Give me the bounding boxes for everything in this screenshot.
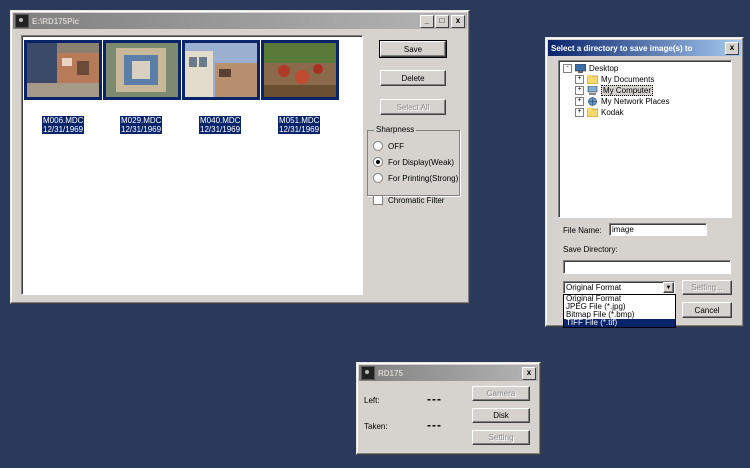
- main-titlebar[interactable]: E:\RD175Pic _ □ x: [13, 13, 467, 29]
- expand-icon[interactable]: +: [575, 96, 584, 106]
- close-button[interactable]: x: [451, 14, 465, 28]
- tree-item-desktop[interactable]: - Desktop: [563, 63, 618, 73]
- thumbnail-m040-date: 12/31/1969: [199, 125, 242, 134]
- chromatic-filter-label: Chromatic Filter: [388, 195, 445, 205]
- folder-icon: [587, 74, 598, 84]
- dropdown-arrow-icon[interactable]: ▼: [663, 282, 674, 293]
- chromatic-filter-checkbox[interactable]: Chromatic Filter: [373, 195, 444, 205]
- sharpness-off-radio[interactable]: OFF: [373, 141, 404, 151]
- thumbnail-m006[interactable]: [24, 40, 102, 100]
- tree-label-kodak: Kodak: [601, 107, 624, 117]
- thumbnail-m029-date: 12/31/1969: [120, 125, 163, 134]
- file-name-field[interactable]: image: [609, 223, 707, 236]
- collapse-icon[interactable]: -: [563, 63, 572, 73]
- main-window-title: E:\RD175Pic: [32, 16, 80, 26]
- maximize-button[interactable]: □: [435, 14, 449, 28]
- tree-label-my-computer: My Computer: [601, 84, 654, 96]
- tree-item-kodak[interactable]: + Kodak: [575, 107, 624, 117]
- camera-button[interactable]: Camera: [472, 386, 530, 401]
- thumbnail-m051-date: 12/31/1969: [278, 125, 321, 134]
- rd175-setting-button[interactable]: Setting: [472, 430, 530, 445]
- sharpness-printing-label: For Printing(Strong): [388, 173, 459, 183]
- chromatic-filter-box: [373, 195, 383, 205]
- camera-app-icon: [15, 14, 29, 28]
- sharpness-display-label: For Display(Weak): [388, 157, 455, 167]
- thumbnail-m040-name: M040.MDC: [199, 116, 242, 125]
- tree-label-my-network-places: My Network Places: [601, 96, 670, 106]
- desktop-icon: [575, 63, 586, 73]
- photo-plants-icon: [264, 43, 336, 97]
- cancel-button[interactable]: Cancel: [682, 302, 732, 318]
- photo-building-icon: [185, 43, 257, 97]
- minimize-button[interactable]: _: [420, 14, 434, 28]
- tree-item-my-computer[interactable]: + My Computer: [575, 84, 654, 96]
- tree-label-desktop: Desktop: [589, 63, 619, 73]
- rd175-titlebar[interactable]: RD175 x: [359, 365, 538, 381]
- thumbnail-panel[interactable]: M006.MDC 12/31/1969 M029.MDC 12/31/1969 …: [21, 35, 363, 295]
- directory-tree[interactable]: - Desktop + My Documents + My Computer +…: [558, 60, 732, 218]
- taken-value: ---: [427, 418, 442, 432]
- save-directory-dialog: Select a directory to save image(s) to x…: [545, 37, 744, 328]
- tree-label-my-documents: My Documents: [601, 74, 655, 84]
- left-value: ---: [427, 392, 442, 406]
- format-dropdown-list[interactable]: Original Format JPEG File (*.jpg) Bitmap…: [563, 294, 676, 328]
- save-dialog-close-button[interactable]: x: [725, 41, 739, 55]
- save-dialog-titlebar[interactable]: Select a directory to save image(s) to x: [548, 40, 741, 56]
- radio-display-dot: [373, 157, 383, 167]
- sharpness-display-radio[interactable]: For Display(Weak): [373, 157, 454, 167]
- sharpness-group: Sharpness OFF For Display(Weak) For Prin…: [367, 125, 460, 196]
- thumbnail-m029[interactable]: [103, 40, 181, 100]
- delete-button[interactable]: Delete: [380, 70, 446, 86]
- file-name-value: image: [612, 225, 634, 234]
- tree-item-my-network-places[interactable]: + My Network Places: [575, 96, 669, 106]
- expand-icon[interactable]: +: [575, 74, 584, 84]
- format-setting-button[interactable]: Setting...: [682, 280, 732, 295]
- left-label: Left:: [364, 396, 380, 405]
- save-dialog-title: Select a directory to save image(s) to: [551, 43, 693, 53]
- taken-label: Taken:: [364, 422, 388, 431]
- sharpness-off-label: OFF: [388, 141, 404, 151]
- thumbnail-m006-date: 12/31/1969: [42, 125, 85, 134]
- thumbnail-m051-name: M051.MDC: [278, 116, 321, 125]
- radio-off-dot: [373, 141, 383, 151]
- thumbnail-m051[interactable]: [261, 40, 339, 100]
- main-window: E:\RD175Pic _ □ x M006.MDC 12/31/1969 M0…: [10, 10, 470, 304]
- computer-icon: [587, 85, 598, 95]
- save-directory-field[interactable]: [563, 260, 731, 274]
- rd175-close-button[interactable]: x: [522, 366, 536, 380]
- save-directory-label: Save Directory:: [563, 245, 618, 254]
- file-name-label: File Name:: [563, 226, 602, 235]
- network-icon: [588, 96, 597, 106]
- format-select[interactable]: Original Format ▼: [563, 281, 675, 294]
- photo-house-icon: [106, 43, 178, 97]
- rd175-title: RD175: [378, 368, 403, 378]
- format-select-value: Original Format: [566, 283, 622, 292]
- format-option-tiff[interactable]: TIFF File (*.tif): [564, 319, 675, 327]
- rd175-window: RD175 x Left: --- Taken: --- Camera Disk…: [356, 362, 541, 455]
- expand-icon[interactable]: +: [575, 85, 584, 95]
- thumbnail-m006-name: M006.MDC: [42, 116, 85, 125]
- save-button[interactable]: Save: [379, 40, 447, 58]
- sharpness-label: Sharpness: [374, 125, 417, 134]
- sharpness-printing-radio[interactable]: For Printing(Strong): [373, 173, 458, 183]
- disk-button[interactable]: Disk: [472, 408, 530, 423]
- thumbnail-m029-name: M029.MDC: [120, 116, 163, 125]
- camera-app-icon: [361, 366, 375, 380]
- folder-icon: [587, 107, 598, 117]
- thumbnail-m040[interactable]: [182, 40, 260, 100]
- select-all-button[interactable]: Select All: [380, 99, 446, 115]
- radio-printing-dot: [373, 173, 383, 183]
- tree-item-my-documents[interactable]: + My Documents: [575, 74, 654, 84]
- expand-icon[interactable]: +: [575, 107, 584, 117]
- photo-street-icon: [27, 43, 99, 97]
